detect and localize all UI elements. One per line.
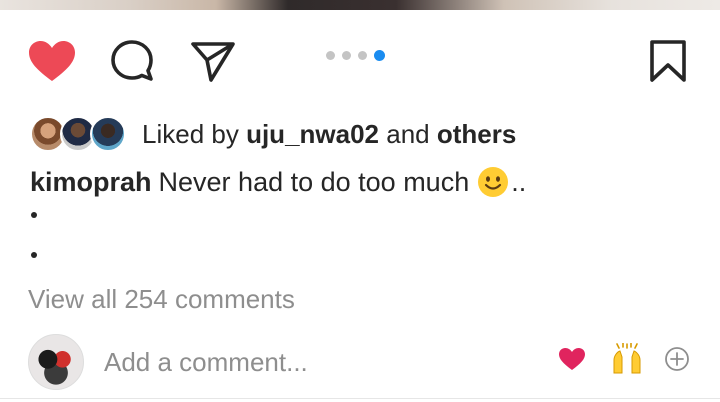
likes-others-link[interactable]: others xyxy=(437,119,516,149)
add-comment-row xyxy=(0,330,720,392)
likes-prefix: Liked by xyxy=(142,118,239,149)
likes-joiner: and xyxy=(386,118,430,149)
comment-bubble-icon xyxy=(109,38,155,84)
caption-bullet xyxy=(31,212,37,218)
caption-username[interactable]: kimoprah xyxy=(30,167,152,198)
carousel-dot xyxy=(326,50,335,60)
caption-bullet xyxy=(31,252,37,258)
raised-hands-icon xyxy=(611,341,643,380)
carousel-indicator xyxy=(326,49,385,61)
post-action-bar xyxy=(0,30,720,92)
carousel-dot-active xyxy=(374,49,385,61)
heart-icon xyxy=(558,347,586,376)
save-button[interactable] xyxy=(642,30,694,92)
plus-circle-icon xyxy=(664,346,690,377)
post-image-bottom-edge[interactable] xyxy=(0,0,720,10)
view-all-comments-link[interactable]: View all 254 comments xyxy=(28,284,295,315)
comment-button[interactable] xyxy=(104,30,160,92)
post-caption: kimoprah Never had to do too much .. xyxy=(30,166,526,198)
quick-heart-reaction[interactable] xyxy=(555,344,589,378)
divider xyxy=(0,398,720,399)
avatar xyxy=(90,116,126,152)
likes-summary[interactable]: Liked by uju_nwa02 and others xyxy=(30,112,516,156)
comment-input[interactable] xyxy=(104,344,524,380)
caption-text: Never had to do too much xyxy=(158,166,470,197)
liker-username[interactable]: uju_nwa02 xyxy=(246,119,379,149)
paper-plane-icon xyxy=(189,38,237,84)
liker-avatars xyxy=(30,114,130,154)
carousel-dot xyxy=(358,50,367,60)
share-button[interactable] xyxy=(186,30,240,92)
likes-text: Liked by uju_nwa02 and others xyxy=(142,119,516,150)
like-button[interactable] xyxy=(26,30,78,92)
caption-tail: .. xyxy=(511,166,527,197)
quick-raised-hands-reaction[interactable] xyxy=(610,341,644,380)
carousel-dot xyxy=(342,50,351,60)
bookmark-icon xyxy=(648,38,688,84)
add-reaction-button[interactable] xyxy=(660,344,694,378)
avatar[interactable] xyxy=(28,334,84,390)
slightly-smiling-face-icon xyxy=(477,166,509,198)
heart-filled-icon xyxy=(27,39,77,83)
